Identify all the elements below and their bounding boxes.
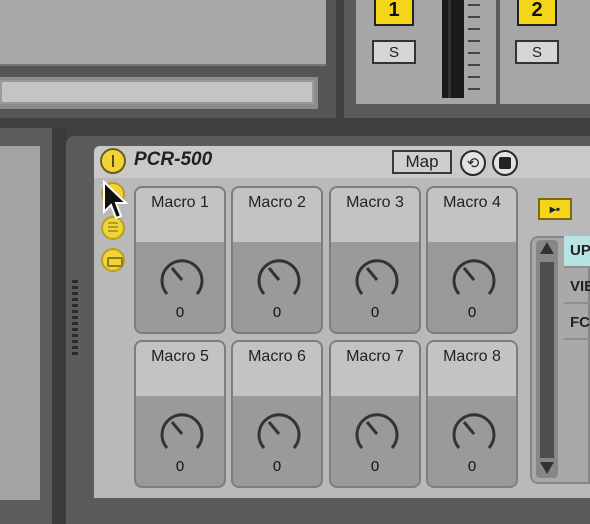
macro-value: 0	[175, 304, 185, 321]
macro-label: Macro 5	[136, 342, 224, 396]
power-icon[interactable]	[100, 148, 126, 174]
knob-icon[interactable]	[253, 254, 305, 306]
macro-value: 0	[467, 458, 477, 475]
panel-divider	[52, 128, 66, 524]
macro-label: Macro 4	[428, 188, 516, 242]
scroll-up-arrow-icon[interactable]	[540, 242, 554, 254]
macro-label: Macro 2	[233, 188, 321, 242]
resize-grip[interactable]	[72, 280, 78, 358]
solo-button-2[interactable]: S	[515, 40, 559, 64]
macro-label: Macro 7	[331, 342, 419, 396]
hot-swap-icon[interactable]: ⟲	[460, 150, 486, 176]
macro-value: 0	[175, 458, 185, 475]
knob-icon[interactable]	[253, 408, 305, 460]
macro-3[interactable]: Macro 3 0	[329, 186, 421, 334]
macro-value: 0	[467, 304, 477, 321]
macro-6[interactable]: Macro 6 0	[231, 340, 323, 488]
left-panel	[0, 146, 40, 500]
arrangement-area	[0, 0, 326, 66]
macro-1[interactable]: Macro 1 0	[134, 186, 226, 334]
macro-value: 0	[370, 304, 380, 321]
macro-2[interactable]: Macro 2 0	[231, 186, 323, 334]
macro-value: 0	[272, 304, 282, 321]
knob-icon[interactable]	[156, 254, 208, 306]
map-button[interactable]: Map	[392, 150, 452, 174]
macro-value: 0	[272, 458, 282, 475]
macro-4[interactable]: Macro 4 0	[426, 186, 518, 334]
macro-value: 0	[370, 458, 380, 475]
knob-icon[interactable]	[351, 254, 403, 306]
macro-label: Macro 1	[136, 188, 224, 242]
track-activator-2[interactable]: 2	[517, 0, 557, 26]
macro-5[interactable]: Macro 5 0	[134, 340, 226, 488]
scroll-thumb[interactable]	[540, 262, 554, 458]
mouse-cursor-icon	[103, 180, 129, 220]
save-icon[interactable]	[492, 150, 518, 176]
macro-7[interactable]: Macro 7 0	[329, 340, 421, 488]
scroll-down-arrow-icon[interactable]	[540, 462, 554, 474]
chain-list-item[interactable]: FC	[564, 308, 590, 340]
knob-icon[interactable]	[156, 408, 208, 460]
macro-label: Macro 3	[331, 188, 419, 242]
level-meter-1	[442, 0, 464, 98]
mapping-button[interactable]: ▸▪	[538, 198, 572, 220]
meter-scale-1	[468, 4, 480, 94]
device-title: PCR-500	[134, 149, 213, 170]
show-devices-icon[interactable]	[101, 248, 125, 272]
knob-icon[interactable]	[448, 254, 500, 306]
macro-label: Macro 8	[428, 342, 516, 396]
chain-list-item[interactable]: UP	[564, 236, 590, 268]
solo-button-1[interactable]: S	[372, 40, 416, 64]
macro-label: Macro 6	[233, 342, 321, 396]
chain-list-item[interactable]: VIE	[564, 272, 590, 304]
macro-8[interactable]: Macro 8 0	[426, 340, 518, 488]
knob-icon[interactable]	[448, 408, 500, 460]
horizontal-scrollbar[interactable]	[0, 80, 314, 104]
knob-icon[interactable]	[351, 408, 403, 460]
track-activator-1[interactable]: 1	[374, 0, 414, 26]
